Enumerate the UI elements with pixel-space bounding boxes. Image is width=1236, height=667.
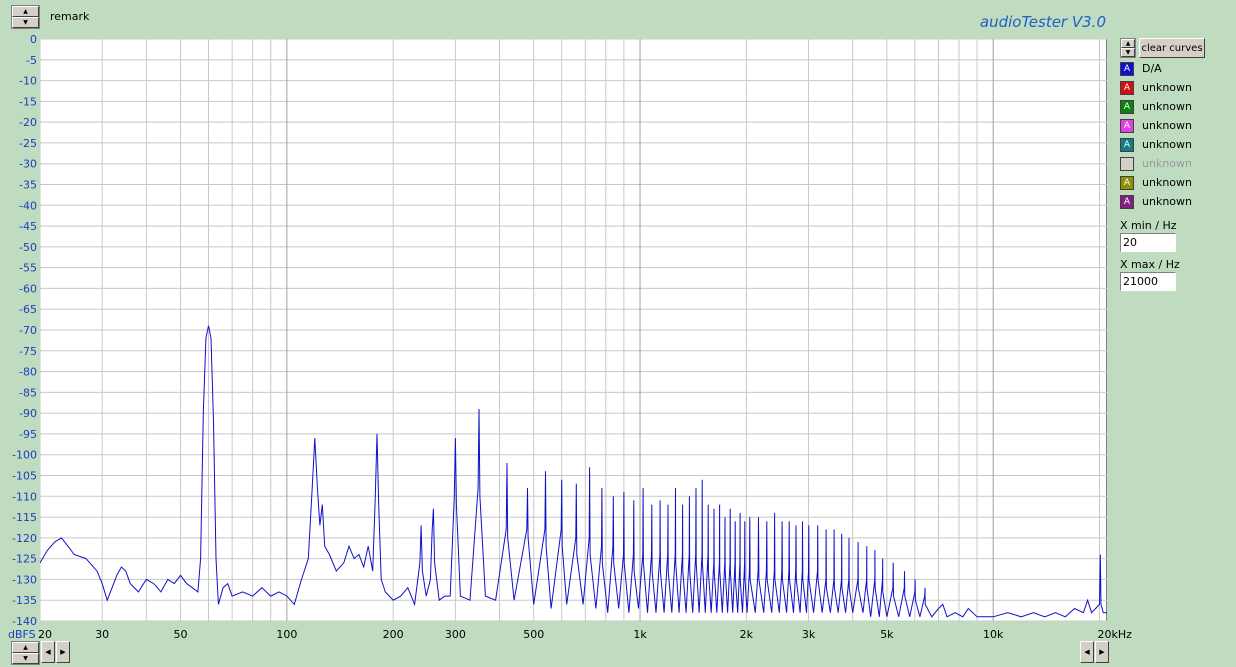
- x-tick-label: 3k: [802, 628, 816, 641]
- x-tick-label: 100: [276, 628, 297, 641]
- curve-legend-item[interactable]: unknown: [1120, 155, 1192, 172]
- x-tick-label: 30: [95, 628, 109, 641]
- y-tick-label: -25: [19, 137, 37, 150]
- curve-legend-item[interactable]: A D/A: [1120, 60, 1162, 77]
- app-title: audioTester V3.0: [979, 13, 1106, 31]
- spin-down-icon[interactable]: ▼: [12, 17, 39, 28]
- y-tick-label: -20: [19, 116, 37, 129]
- y-tick-label: -90: [19, 407, 37, 420]
- curve-legend-item[interactable]: Aunknown: [1120, 136, 1192, 153]
- curve-color-swatch[interactable]: A: [1120, 194, 1134, 209]
- y-zoom-spinner[interactable]: ▲ ▼: [11, 641, 40, 665]
- x-tick-label: 300: [445, 628, 466, 641]
- remark-spinner[interactable]: ▲ ▼: [11, 5, 40, 29]
- y-tick-label: -120: [12, 532, 37, 545]
- curve-color-swatch[interactable]: A: [1120, 137, 1134, 152]
- y-tick-label: -30: [19, 158, 37, 171]
- y-tick-label: -105: [12, 470, 37, 483]
- curve-label: unknown: [1142, 119, 1192, 132]
- x-tick-label: 1k: [633, 628, 647, 641]
- y-tick-label: -50: [19, 241, 37, 254]
- curve-label: unknown: [1142, 138, 1192, 151]
- y-tick-label: -115: [12, 511, 37, 524]
- x-tick-label: 200: [383, 628, 404, 641]
- y-tick-label: -55: [19, 262, 37, 275]
- curve-legend-item[interactable]: Aunknown: [1120, 193, 1192, 210]
- curve-legend-item[interactable]: Aunknown: [1120, 117, 1192, 134]
- x-tick-label: 20: [38, 628, 52, 641]
- y-tick-label: -125: [12, 553, 37, 566]
- curve-color-swatch[interactable]: A: [1120, 99, 1134, 114]
- curve-label: unknown: [1142, 195, 1192, 208]
- curve-color-swatch[interactable]: A: [1120, 61, 1134, 76]
- xmax-right-button[interactable]: ▶: [1095, 641, 1109, 663]
- y-tick-label: -60: [19, 282, 37, 295]
- y-tick-label: 0: [30, 33, 37, 46]
- spin-up-icon[interactable]: ▲: [1121, 39, 1135, 48]
- spin-down-icon[interactable]: ▼: [1121, 48, 1135, 57]
- spin-down-icon[interactable]: ▼: [12, 653, 39, 664]
- y-tick-label: -110: [12, 490, 37, 503]
- y-tick-label: -10: [19, 75, 37, 88]
- curve-color-swatch[interactable]: A: [1120, 80, 1134, 95]
- curve-color-swatch[interactable]: A: [1120, 175, 1134, 190]
- curve-color-swatch[interactable]: A: [1120, 118, 1134, 133]
- x-tick-label: 2k: [740, 628, 754, 641]
- y-tick-label: -135: [12, 594, 37, 607]
- xmin-label: X min / Hz: [1120, 219, 1177, 232]
- spin-up-icon[interactable]: ▲: [12, 6, 39, 17]
- remark-label: remark: [50, 10, 90, 23]
- curve-label: unknown: [1142, 176, 1192, 189]
- scroll-right-button[interactable]: ▶: [56, 641, 70, 663]
- curve-label: unknown: [1142, 157, 1192, 170]
- y-tick-label: -40: [19, 199, 37, 212]
- curve-color-swatch[interactable]: [1120, 156, 1134, 171]
- xmax-input[interactable]: [1120, 272, 1176, 291]
- curve-label: unknown: [1142, 81, 1192, 94]
- y-tick-label: -35: [19, 179, 37, 192]
- y-tick-label: -15: [19, 95, 37, 108]
- curve-legend-item[interactable]: Aunknown: [1120, 174, 1192, 191]
- curve-legend-item[interactable]: Aunknown: [1120, 98, 1192, 115]
- y-tick-label: -85: [19, 386, 37, 399]
- y-tick-label: -100: [12, 449, 37, 462]
- x-tick-label: 500: [523, 628, 544, 641]
- xmax-label: X max / Hz: [1120, 258, 1180, 271]
- scroll-left-button[interactable]: ◀: [41, 641, 55, 663]
- spectrum-chart: [40, 39, 1107, 621]
- y-tick-label: -45: [19, 220, 37, 233]
- y-tick-label: -95: [19, 428, 37, 441]
- x-tick-label: 10k: [983, 628, 1004, 641]
- curve-label: unknown: [1142, 100, 1192, 113]
- curve-legend-item[interactable]: Aunknown: [1120, 79, 1192, 96]
- y-tick-label: -70: [19, 324, 37, 337]
- xmax-left-button[interactable]: ◀: [1080, 641, 1094, 663]
- y-tick-label: -140: [12, 615, 37, 628]
- y-tick-label: -130: [12, 573, 37, 586]
- x-tick-label: 20kHz: [1098, 628, 1133, 641]
- xmin-input[interactable]: [1120, 233, 1176, 252]
- curve-spinner[interactable]: ▲ ▼: [1120, 38, 1136, 58]
- spin-up-icon[interactable]: ▲: [12, 642, 39, 653]
- x-tick-label: 5k: [880, 628, 894, 641]
- y-axis-unit: dBFS: [8, 628, 36, 641]
- x-tick-label: 50: [174, 628, 188, 641]
- y-tick-label: -80: [19, 366, 37, 379]
- curve-label: D/A: [1142, 62, 1162, 75]
- y-tick-label: -65: [19, 303, 37, 316]
- clear-curves-button[interactable]: clear curves: [1139, 38, 1205, 58]
- y-tick-label: -75: [19, 345, 37, 358]
- y-tick-label: -5: [26, 54, 37, 67]
